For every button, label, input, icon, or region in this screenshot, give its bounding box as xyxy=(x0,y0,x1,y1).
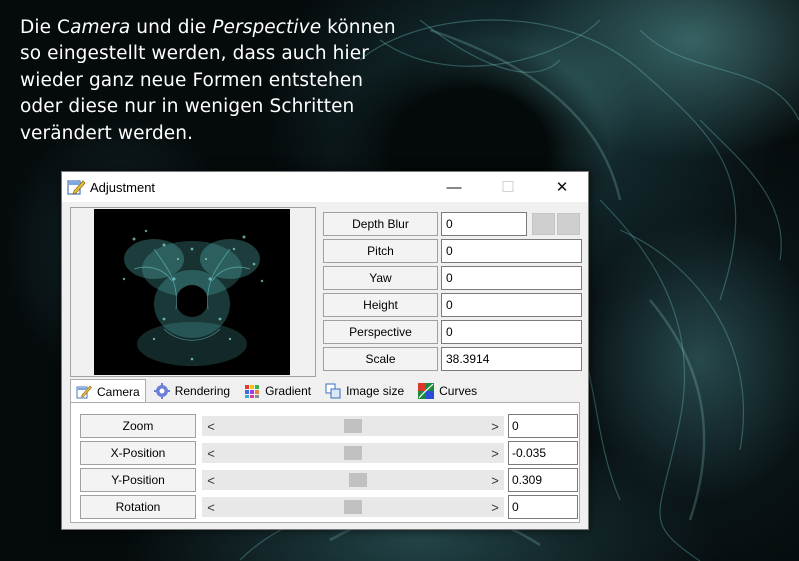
zoom-scroll-left-button[interactable]: < xyxy=(202,416,220,436)
y-position-slider[interactable]: < > xyxy=(202,470,504,490)
x-position-scroll-left-button[interactable]: < xyxy=(202,443,220,463)
zoom-slider[interactable]: < > xyxy=(202,416,504,436)
slider-row-rotation: Rotation < >0 xyxy=(80,495,578,519)
tab-image-size-label: Image size xyxy=(346,384,405,398)
tab-curves-label: Curves xyxy=(439,384,478,398)
depth-blur-option-button-1[interactable] xyxy=(532,213,555,235)
slider-row-y-position: Y-Position < >0.309 xyxy=(80,468,578,492)
zoom-label: Zoom xyxy=(80,414,196,438)
depth-blur-label: Depth Blur xyxy=(323,212,438,236)
y-position-scroll-right-button[interactable]: > xyxy=(486,470,504,490)
y-position-label: Y-Position xyxy=(80,468,196,492)
tab-strip: Camera Rendering Gradient Image size Cur… xyxy=(70,379,485,403)
camera-edit-icon xyxy=(76,385,92,398)
perspective-label: Perspective xyxy=(323,320,438,344)
tab-curves[interactable]: Curves xyxy=(412,379,483,403)
rotation-label: Rotation xyxy=(80,495,196,519)
palette-grid-icon xyxy=(245,385,260,398)
y-position-slider-thumb[interactable] xyxy=(349,473,367,487)
rotation-slider-thumb[interactable] xyxy=(344,500,362,514)
minimize-button[interactable]: — xyxy=(431,172,477,202)
tab-gradient-label: Gradient xyxy=(265,384,312,398)
rotation-input[interactable]: 0 xyxy=(508,495,578,519)
yaw-input[interactable]: 0 xyxy=(441,266,582,290)
preview-frame xyxy=(70,207,316,377)
rotation-slider[interactable]: < > xyxy=(202,497,504,517)
adjustment-window: Adjustment — ☐ ✕ Depth Blur 0 Pitch 0 Ya… xyxy=(61,171,589,530)
slider-row-zoom: Zoom < >0 xyxy=(80,414,578,438)
tab-rendering[interactable]: Rendering xyxy=(148,379,236,403)
tab-camera[interactable]: Camera xyxy=(70,379,146,403)
curves-icon xyxy=(418,383,435,399)
edit-document-icon xyxy=(67,180,86,195)
caption-line-2: so eingestellt werden, dass auch hier xyxy=(20,43,369,65)
rotation-scroll-left-button[interactable]: < xyxy=(202,497,220,517)
fractal-preview xyxy=(94,209,290,375)
caption-line-1: Die Camera und die Perspective können xyxy=(20,17,396,38)
depth-blur-input[interactable]: 0 xyxy=(441,212,527,236)
tab-rendering-label: Rendering xyxy=(174,384,231,398)
height-input[interactable]: 0 xyxy=(441,293,582,317)
tab-image-size[interactable]: Image size xyxy=(319,379,410,403)
y-position-input[interactable]: 0.309 xyxy=(508,468,578,492)
scale-input[interactable]: 38.3914 xyxy=(441,347,582,371)
y-position-scroll-left-button[interactable]: < xyxy=(202,470,220,490)
yaw-label: Yaw xyxy=(323,266,438,290)
image-size-icon xyxy=(325,383,341,399)
rotation-scroll-right-button[interactable]: > xyxy=(486,497,504,517)
x-position-slider[interactable]: < > xyxy=(202,443,504,463)
zoom-input[interactable]: 0 xyxy=(508,414,578,438)
fractal-preview-image xyxy=(122,229,264,366)
tab-gradient[interactable]: Gradient xyxy=(238,379,317,403)
window-title: Adjustment xyxy=(90,179,156,195)
perspective-input[interactable]: 0 xyxy=(441,320,582,344)
caption-line-5: verändert werden. xyxy=(20,122,194,144)
camera-tab-panel: Zoom < >0 X-Position < > -0.035 Y-Position < >0.3… xyxy=(70,402,580,523)
x-position-label: X-Position xyxy=(80,441,196,465)
scale-label: Scale xyxy=(323,347,438,371)
title-bar[interactable]: Adjustment — ☐ ✕ xyxy=(62,172,588,202)
caption-text: Die Camera und die Perspective können so… xyxy=(20,15,400,147)
maximize-button[interactable]: ☐ xyxy=(485,172,531,202)
depth-blur-option-button-2[interactable] xyxy=(557,213,580,235)
x-position-slider-thumb[interactable] xyxy=(344,446,362,460)
zoom-scroll-right-button[interactable]: > xyxy=(486,416,504,436)
x-position-input[interactable]: -0.035 xyxy=(508,441,578,465)
height-label: Height xyxy=(323,293,438,317)
slider-row-x-position: X-Position < > -0.035 xyxy=(80,441,578,465)
gear-icon xyxy=(153,383,170,399)
caption-line-3: wieder ganz neue Formen entstehen xyxy=(20,69,364,91)
x-position-scroll-right-button[interactable]: > xyxy=(486,443,504,463)
pitch-input[interactable]: 0 xyxy=(441,239,582,263)
caption-line-4: oder diese nur in wenigen Schritten xyxy=(20,96,355,118)
tab-camera-label: Camera xyxy=(97,384,140,399)
pitch-label: Pitch xyxy=(323,239,438,263)
close-button[interactable]: ✕ xyxy=(539,172,585,202)
zoom-slider-thumb[interactable] xyxy=(344,419,362,433)
